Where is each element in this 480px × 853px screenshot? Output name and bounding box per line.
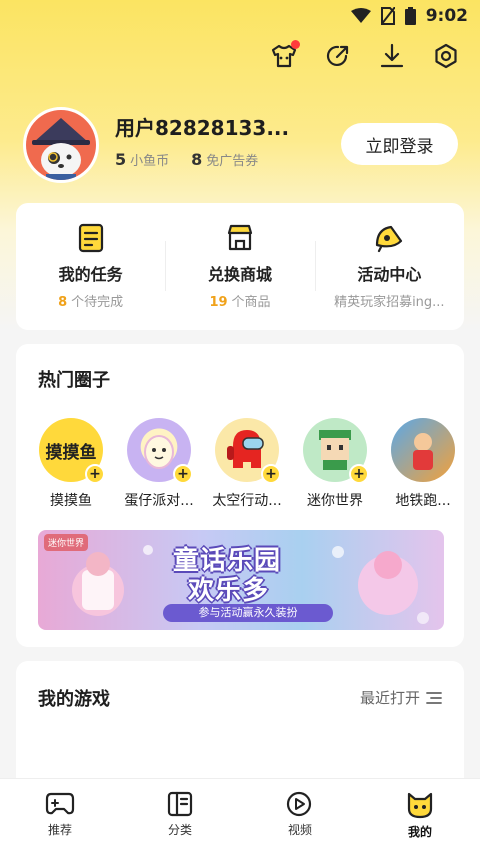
activity-icon <box>376 225 403 253</box>
circle-name: 摸摸鱼 <box>50 493 92 509</box>
nav-item-category[interactable]: 分类 <box>120 779 240 853</box>
plus-icon[interactable]: + <box>349 464 369 484</box>
quick-sub: 精英玩家招募ing... <box>334 291 445 310</box>
banner-subtitle: 参与活动赢永久装扮 <box>163 604 333 622</box>
nav-item-video[interactable]: 视频 <box>240 779 360 853</box>
circle-item[interactable]: + 蛋仔派对... <box>124 418 194 510</box>
gear-icon <box>435 43 457 69</box>
eggy-character-icon <box>144 435 174 469</box>
status-bar: 9:02 <box>0 0 480 34</box>
coins-stat[interactable]: 5 小鱼币 <box>115 150 169 169</box>
avatar-cat-icon <box>26 110 96 180</box>
quick-sub-text: 精英玩家招募ing... <box>334 295 445 310</box>
bottom-nav: 推荐 分类 视频 我的 <box>0 778 480 853</box>
adfree-label: 免广告券 <box>206 154 259 169</box>
download-button[interactable] <box>378 42 406 70</box>
circle-name: 迷你世界 <box>307 493 363 509</box>
settings-button[interactable] <box>432 42 460 70</box>
nav-item-recommend[interactable]: 推荐 <box>0 779 120 853</box>
circle-mini-world-icon: + <box>303 418 369 484</box>
top-actions <box>270 40 460 70</box>
quick-actions-card: 我的任务 8 个待完成 兑换商城 19 个商品 活动中心 精英玩家招募ing... <box>16 203 464 330</box>
promo-banner[interactable]: 迷你世界 童话乐园 欢乐多 参与活动赢永久装扮 <box>38 530 444 630</box>
adfree-stat[interactable]: 8 免广告券 <box>191 150 258 169</box>
hot-circles-title: 热门圈子 <box>38 370 110 391</box>
banner-logo: 迷你世界 <box>44 534 89 551</box>
nav-label: 视频 <box>287 823 312 837</box>
circle-name: 太空行动... <box>212 493 282 509</box>
circle-subway-icon <box>391 418 455 482</box>
category-icon <box>167 791 193 817</box>
recent-sort-button[interactable]: 最近打开 <box>360 687 442 708</box>
no-sim-icon <box>380 7 395 25</box>
video-icon <box>286 791 312 817</box>
sort-icon <box>426 691 442 704</box>
nav-label: 我的 <box>407 825 432 839</box>
quick-sub: 19 个商品 <box>209 291 270 310</box>
quick-sub-text: 个待完成 <box>71 295 124 310</box>
circle-eggy-icon: + <box>127 418 193 484</box>
circle-item[interactable]: + 太空行动... <box>212 418 282 510</box>
coins-value: 5 <box>115 150 127 169</box>
my-games-title: 我的游戏 <box>38 689 110 710</box>
recent-label: 最近打开 <box>359 689 420 707</box>
battery-icon <box>404 7 416 25</box>
login-button[interactable]: 立即登录 <box>341 123 458 165</box>
nav-item-mine[interactable]: 我的 <box>360 779 480 853</box>
coins-label: 小鱼币 <box>130 154 170 169</box>
circle-item[interactable]: 摸摸鱼 + 摸摸鱼 <box>38 418 105 510</box>
quick-title: 活动中心 <box>357 265 422 284</box>
download-icon <box>380 43 404 68</box>
nav-label: 推荐 <box>47 823 72 837</box>
status-time: 9:02 <box>425 6 468 26</box>
quick-sub-text: 个商品 <box>231 295 271 310</box>
quick-item-activity[interactable]: 活动中心 精英玩家招募ing... <box>314 203 464 330</box>
hot-circles-card: 热门圈子 摸摸鱼 + 摸摸鱼 + 蛋仔派对... + 太空行动... + 迷你世… <box>16 344 464 647</box>
quick-title: 我的任务 <box>58 265 123 284</box>
task-icon <box>78 223 103 253</box>
outfit-button[interactable] <box>270 40 300 70</box>
quick-count: 8 <box>58 295 68 310</box>
shop-icon <box>227 224 253 251</box>
username: 用户82828133... <box>115 116 290 140</box>
mini-world-character-icon <box>319 430 351 470</box>
plus-icon[interactable]: + <box>261 464 281 484</box>
circle-name: 蛋仔派对... <box>124 493 194 509</box>
subway-runner-icon <box>413 433 433 470</box>
nav-label: 分类 <box>167 823 192 837</box>
quick-item-shop[interactable]: 兑换商城 19 个商品 <box>165 203 314 330</box>
banner-title-line2: 欢乐多 <box>188 576 270 606</box>
quick-sub: 8 个待完成 <box>58 291 123 310</box>
quick-count: 19 <box>209 295 228 310</box>
circle-list: 摸摸鱼 + 摸摸鱼 + 蛋仔派对... + 太空行动... + 迷你世界 地铁跑… <box>38 418 464 510</box>
plus-icon[interactable]: + <box>173 464 193 484</box>
gamepad-icon <box>45 792 75 815</box>
quick-title: 兑换商城 <box>207 265 272 284</box>
share-icon <box>326 45 349 67</box>
wifi-icon <box>350 8 371 23</box>
mine-icon <box>407 792 433 819</box>
share-button[interactable] <box>324 42 352 70</box>
avatar[interactable] <box>23 107 99 183</box>
circle-moyu-icon: 摸摸鱼 + <box>39 418 105 484</box>
notification-dot <box>291 40 300 49</box>
adfree-value: 8 <box>191 150 203 169</box>
circle-space-icon: + <box>215 418 281 484</box>
circle-item[interactable]: + 迷你世界 <box>302 418 369 510</box>
circle-item[interactable]: 地铁跑... <box>390 418 456 510</box>
plus-icon[interactable]: + <box>85 464 105 484</box>
circle-name: 地铁跑... <box>395 493 451 509</box>
profile-stats: 5 小鱼币 8 免广告券 <box>115 150 258 169</box>
quick-item-tasks[interactable]: 我的任务 8 个待完成 <box>16 203 165 330</box>
